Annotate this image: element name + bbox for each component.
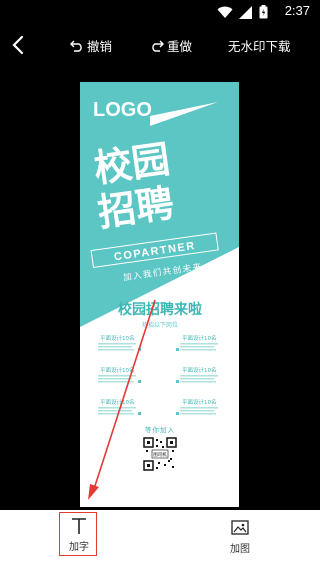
- wifi-icon: [217, 6, 233, 18]
- poster-job-item: 平面设计10名: [100, 366, 135, 374]
- poster-jobs-left: 平面设计10名 平面设计10名 平面设计10名: [98, 334, 141, 415]
- editor-toolbar: 撤销 重做 无水印下载: [0, 30, 320, 60]
- back-arrow-icon[interactable]: [8, 34, 30, 56]
- poster-jobs-right: 平面设计10名 平面设计10名 平面设计10名: [176, 334, 218, 415]
- poster-artwork: LOGO 校园 招聘 COPARTNER 加入我们共创未来 校园招聘来啦 热招以…: [80, 82, 239, 471]
- undo-icon: [70, 40, 82, 52]
- download-without-watermark-button[interactable]: 无水印下载: [228, 36, 291, 55]
- poster-job-item: 平面设计10名: [100, 334, 135, 342]
- poster-join-text: 等你加入: [145, 425, 175, 434]
- poster-heading: 校园招聘来啦: [118, 301, 202, 318]
- signal-icon: [239, 5, 252, 19]
- poster-qr-code: 图司机: [143, 437, 177, 471]
- poster-canvas[interactable]: LOGO 校园 招聘 COPARTNER 加入我们共创未来 校园招聘来啦 热招以…: [80, 82, 239, 507]
- redo-button[interactable]: 重做: [150, 36, 192, 55]
- redo-label: 重做: [167, 39, 193, 54]
- poster-subheading: 热招以下岗位: [142, 321, 178, 329]
- download-label: 无水印下载: [228, 39, 291, 54]
- poster-job-item: 平面设计10名: [182, 398, 217, 406]
- poster-job-item: 平面设计10名: [100, 398, 135, 406]
- undo-label: 撤销: [87, 39, 113, 54]
- status-bar: 2:37: [0, 0, 320, 24]
- highlight-box: [59, 512, 97, 556]
- add-image-label: 加图: [230, 544, 250, 555]
- poster-logo: LOGO: [93, 99, 152, 121]
- bottom-toolbar: 加字 加图: [0, 510, 320, 569]
- image-tool-icon: [231, 520, 249, 535]
- poster-job-item: 平面设计10名: [182, 334, 217, 342]
- poster-qr-label: 图司机: [153, 451, 167, 458]
- battery-icon: [259, 5, 268, 19]
- poster-job-item: 平面设计10名: [182, 366, 217, 374]
- redo-icon: [152, 40, 164, 52]
- add-image-button[interactable]: 加图: [220, 510, 260, 569]
- status-time: 2:37: [284, 3, 310, 18]
- undo-button[interactable]: 撤销: [70, 36, 112, 55]
